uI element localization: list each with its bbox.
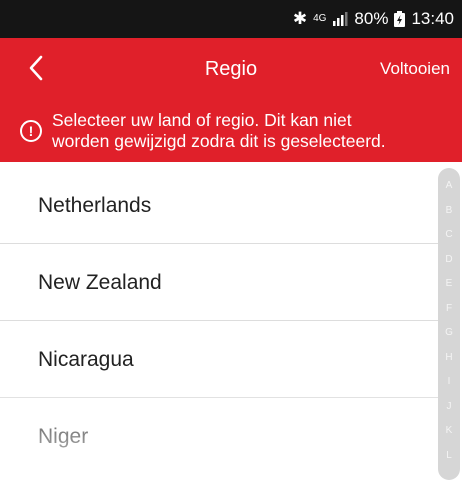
country-name: Nicaragua	[38, 348, 134, 371]
index-letter-e[interactable]: E	[446, 272, 453, 297]
signal-strength-icon	[332, 12, 348, 26]
info-alert-icon: !	[20, 120, 42, 142]
index-letter-c[interactable]: C	[445, 223, 452, 248]
battery-level: 80%	[354, 9, 389, 28]
country-name: New Zealand	[38, 271, 162, 294]
alphabet-index-bar[interactable]: A B C D E F G H I J K L	[438, 168, 460, 480]
battery-icon	[394, 11, 406, 27]
index-letter-k[interactable]: K	[446, 419, 453, 444]
list-divider	[0, 397, 452, 398]
index-letter-b[interactable]: B	[446, 199, 453, 224]
app-bar: Regio Voltooien	[0, 38, 462, 100]
country-item-netherlands[interactable]: Netherlands	[0, 168, 452, 244]
country-name: Netherlands	[38, 194, 152, 217]
status-bar: ✱ 4G 80% 13:40	[0, 0, 462, 38]
notice-line-2: worden gewijzigd zodra dit is geselectee…	[52, 131, 386, 151]
index-letter-d[interactable]: D	[445, 248, 452, 273]
country-item-nicaragua[interactable]: Nicaragua	[0, 322, 452, 398]
notice-line-1: Selecteer uw land of regio. Dit kan niet	[52, 110, 352, 130]
notice-banner: ! Selecteer uw land of regio. Dit kan ni…	[0, 100, 462, 162]
clock: 13:40	[411, 9, 454, 28]
back-button[interactable]	[22, 48, 50, 88]
chevron-left-icon	[29, 55, 43, 81]
country-item-niger[interactable]: Niger	[0, 399, 452, 475]
index-letter-i[interactable]: I	[448, 370, 451, 395]
notice-text: Selecteer uw land of regio. Dit kan niet…	[52, 110, 386, 152]
index-letter-f[interactable]: F	[446, 297, 452, 322]
country-item-new-zealand[interactable]: New Zealand	[0, 245, 452, 321]
country-list: Netherlands New Zealand Nicaragua Niger	[0, 168, 462, 483]
list-divider	[0, 320, 452, 321]
country-name: Niger	[38, 425, 89, 448]
done-button[interactable]: Voltooien	[380, 38, 450, 100]
index-letter-j[interactable]: J	[447, 395, 452, 420]
index-letter-h[interactable]: H	[445, 346, 452, 371]
index-letter-a[interactable]: A	[446, 174, 453, 199]
network-type-icon: 4G	[313, 13, 327, 24]
list-divider	[0, 243, 452, 244]
bluetooth-icon: ✱	[292, 9, 308, 28]
index-letter-g[interactable]: G	[445, 321, 453, 346]
index-letter-l[interactable]: L	[446, 444, 452, 469]
